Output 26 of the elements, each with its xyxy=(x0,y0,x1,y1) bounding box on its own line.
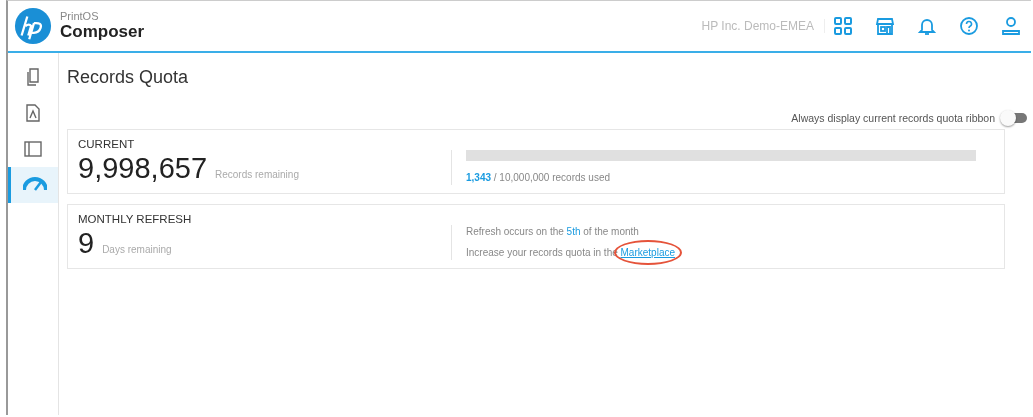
marketplace-link[interactable]: Marketplace xyxy=(620,247,675,258)
records-remaining-label: Records remaining xyxy=(215,169,299,180)
user-icon[interactable] xyxy=(1001,16,1021,36)
grid-icon[interactable] xyxy=(833,16,853,36)
days-remaining-value: 9 xyxy=(78,227,95,260)
layout-icon xyxy=(24,140,42,158)
card-heading: MONTHLY REFRESH xyxy=(78,213,193,225)
pdf-file-icon xyxy=(25,104,41,122)
product-name: PrintOS xyxy=(60,10,100,22)
toggle-label: Always display current records quota ribbon xyxy=(791,112,995,124)
gauge-icon xyxy=(22,177,47,193)
help-icon[interactable] xyxy=(959,16,979,36)
organization-name: HP Inc. Demo-EMEA xyxy=(701,19,825,33)
documents-icon xyxy=(25,68,41,86)
sidebar-item[interactable] xyxy=(8,167,58,203)
days-remaining-label: Days remaining xyxy=(102,244,172,255)
card-heading: CURRENT xyxy=(78,138,136,150)
store-icon[interactable] xyxy=(875,16,895,36)
records-remaining-value: 9,998,657 xyxy=(78,152,207,185)
hp-logo-icon xyxy=(14,7,52,45)
refresh-day-text: Refresh occurs on the 5th of the month xyxy=(466,225,640,239)
records-used-text: 1,343 / 10,000,000 records used xyxy=(466,171,611,185)
page-title: Records Quota xyxy=(67,67,190,88)
notification-bell-icon[interactable] xyxy=(917,16,937,36)
ribbon-toggle-switch[interactable] xyxy=(1003,113,1027,123)
app-name: Composer xyxy=(60,22,145,42)
